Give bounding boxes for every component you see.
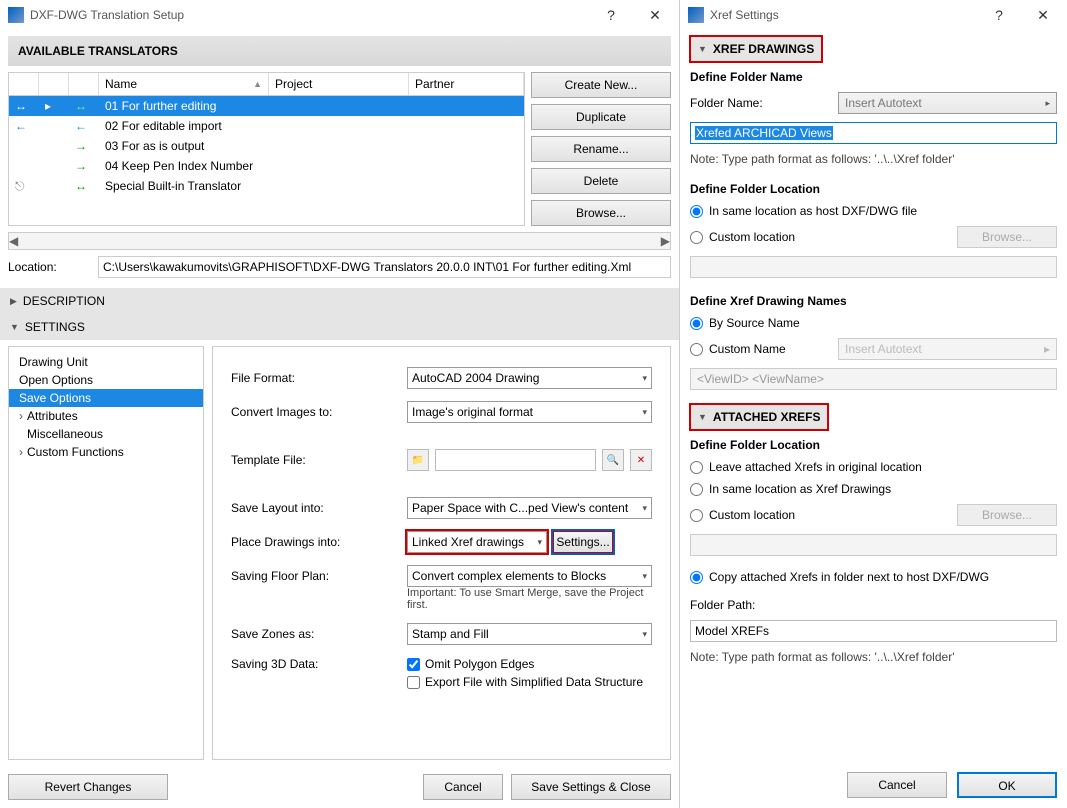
- rename-button[interactable]: Rename...: [531, 136, 671, 162]
- define-folder-location2-label: Define Folder Location: [690, 438, 1057, 452]
- folder-name-input[interactable]: Xrefed ARCHICAD Views: [690, 122, 1057, 144]
- horizontal-scrollbar[interactable]: ◀▶: [8, 232, 671, 250]
- nav-open-options[interactable]: Open Options: [9, 371, 203, 389]
- define-xref-names-label: Define Xref Drawing Names: [690, 294, 1057, 308]
- table-header: Name ▲ Project Partner: [9, 73, 524, 96]
- col-name[interactable]: Name: [105, 77, 137, 91]
- titlebar: Xref Settings ? ✕: [680, 0, 1067, 30]
- settings-panel: File Format: AutoCAD 2004 Drawing▾ Conve…: [212, 346, 671, 760]
- dialog-title: Xref Settings: [710, 8, 977, 22]
- saving-floor-select[interactable]: Convert complex elements to Blocks▾: [407, 565, 652, 587]
- saving-3d-label: Saving 3D Data:: [231, 657, 401, 671]
- translation-setup-dialog: DXF-DWG Translation Setup ? ✕ AVAILABLE …: [0, 0, 680, 808]
- create-new-button[interactable]: Create New...: [531, 72, 671, 98]
- save-zones-label: Save Zones as:: [231, 627, 401, 641]
- folder-icon[interactable]: 📁: [407, 449, 429, 471]
- table-row[interactable]: → 04 Keep Pen Index Number: [9, 156, 524, 176]
- save-close-button[interactable]: Save Settings & Close: [511, 774, 671, 800]
- nav-save-options[interactable]: Save Options: [9, 389, 203, 407]
- radio-custom-name[interactable]: Custom Name: [690, 342, 830, 356]
- delete-button[interactable]: Delete: [531, 168, 671, 194]
- help-button[interactable]: ?: [589, 1, 633, 29]
- table-row[interactable]: ⎋↔ Special Built-in Translator: [9, 176, 524, 196]
- radio-same-host[interactable]: In same location as host DXF/DWG file: [690, 204, 1057, 218]
- radio-copy-next-host[interactable]: Copy attached Xrefs in folder next to ho…: [690, 570, 1057, 584]
- browse-button[interactable]: Browse...: [531, 200, 671, 226]
- convert-images-select[interactable]: Image's original format▾: [407, 401, 652, 423]
- save-zones-select[interactable]: Stamp and Fill▾: [407, 623, 652, 645]
- custom-location2-field-disabled: [690, 534, 1057, 556]
- save-layout-select[interactable]: Paper Space with C...ped View's content▾: [407, 497, 652, 519]
- nav-attributes[interactable]: Attributes: [9, 407, 203, 425]
- viewid-viewname-field: <ViewID> <ViewName>: [690, 368, 1057, 390]
- convert-images-label: Convert Images to:: [231, 405, 401, 419]
- search-icon[interactable]: 🔍: [602, 449, 624, 471]
- path-note2: Note: Type path format as follows: '..\.…: [690, 650, 1057, 664]
- revert-changes-button[interactable]: Revert Changes: [8, 774, 168, 800]
- settings-button[interactable]: Settings...: [553, 531, 613, 553]
- nav-custom-functions[interactable]: Custom Functions: [9, 443, 203, 461]
- cancel-button[interactable]: Cancel: [423, 774, 503, 800]
- available-translators-header: AVAILABLE TRANSLATORS: [8, 36, 671, 66]
- template-file-label: Template File:: [231, 453, 401, 467]
- close-button[interactable]: ✕: [633, 1, 677, 29]
- description-section[interactable]: DESCRIPTION: [0, 288, 679, 314]
- place-drawings-label: Place Drawings into:: [231, 535, 401, 549]
- define-folder-location-label: Define Folder Location: [690, 182, 1057, 196]
- location-field[interactable]: [98, 256, 671, 278]
- settings-section[interactable]: SETTINGS: [0, 314, 679, 340]
- omit-polygon-checkbox[interactable]: Omit Polygon Edges: [407, 657, 643, 671]
- place-drawings-select[interactable]: Linked Xref drawings▾: [407, 531, 547, 553]
- folder-name-label: Folder Name:: [690, 96, 830, 110]
- insert-autotext-dropdown[interactable]: Insert Autotext▸: [838, 92, 1057, 114]
- save-layout-label: Save Layout into:: [231, 501, 401, 515]
- template-file-input[interactable]: [435, 449, 596, 471]
- path-note: Note: Type path format as follows: '..\.…: [690, 152, 1057, 166]
- app-icon: [8, 7, 24, 23]
- xref-settings-dialog: Xref Settings ? ✕ XREF DRAWINGS Define F…: [680, 0, 1067, 808]
- close-button[interactable]: ✕: [1021, 1, 1065, 29]
- dialog-title: DXF-DWG Translation Setup: [30, 8, 589, 22]
- clear-icon[interactable]: ✕: [630, 449, 652, 471]
- radio-by-source[interactable]: By Source Name: [690, 316, 1057, 330]
- radio-custom-location[interactable]: Custom location: [690, 230, 949, 244]
- location-label: Location:: [8, 260, 88, 274]
- define-folder-name-label: Define Folder Name: [690, 70, 1057, 84]
- custom-location-field-disabled: [690, 256, 1057, 278]
- browse-button-disabled: Browse...: [957, 226, 1057, 248]
- settings-nav: Drawing Unit Open Options Save Options A…: [8, 346, 204, 760]
- ok-button[interactable]: OK: [957, 772, 1057, 798]
- col-project[interactable]: Project: [269, 73, 409, 95]
- insert-autotext-disabled: Insert Autotext▸: [838, 338, 1057, 360]
- table-row[interactable]: ↔▸↔ 01 For further editing: [9, 96, 524, 116]
- help-button[interactable]: ?: [977, 1, 1021, 29]
- attached-xrefs-header[interactable]: ATTACHED XREFS: [690, 404, 828, 430]
- cancel-button[interactable]: Cancel: [847, 772, 947, 798]
- radio-same-as-xref[interactable]: In same location as Xref Drawings: [690, 482, 1057, 496]
- duplicate-button[interactable]: Duplicate: [531, 104, 671, 130]
- browse-button-disabled2: Browse...: [957, 504, 1057, 526]
- xref-drawings-header[interactable]: XREF DRAWINGS: [690, 36, 822, 62]
- file-format-select[interactable]: AutoCAD 2004 Drawing▾: [407, 367, 652, 389]
- radio-custom-location2[interactable]: Custom location: [690, 508, 949, 522]
- translators-table[interactable]: Name ▲ Project Partner ↔▸↔ 01 For further…: [8, 72, 525, 226]
- folder-path-input[interactable]: [690, 620, 1057, 642]
- sort-icon: ▲: [253, 79, 262, 89]
- table-row[interactable]: → 03 For as is output: [9, 136, 524, 156]
- titlebar: DXF-DWG Translation Setup ? ✕: [0, 0, 679, 30]
- file-format-label: File Format:: [231, 371, 401, 385]
- folder-path-label: Folder Path:: [690, 598, 1057, 612]
- table-row[interactable]: ←← 02 For editable import: [9, 116, 524, 136]
- radio-leave-original[interactable]: Leave attached Xrefs in original locatio…: [690, 460, 1057, 474]
- simplified-checkbox[interactable]: Export File with Simplified Data Structu…: [407, 675, 643, 689]
- col-partner[interactable]: Partner: [409, 73, 524, 95]
- nav-miscellaneous[interactable]: Miscellaneous: [9, 425, 203, 443]
- saving-floor-note: Important: To use Smart Merge, save the …: [407, 587, 652, 611]
- app-icon: [688, 7, 704, 23]
- saving-floor-label: Saving Floor Plan:: [231, 569, 401, 583]
- nav-drawing-unit[interactable]: Drawing Unit: [9, 353, 203, 371]
